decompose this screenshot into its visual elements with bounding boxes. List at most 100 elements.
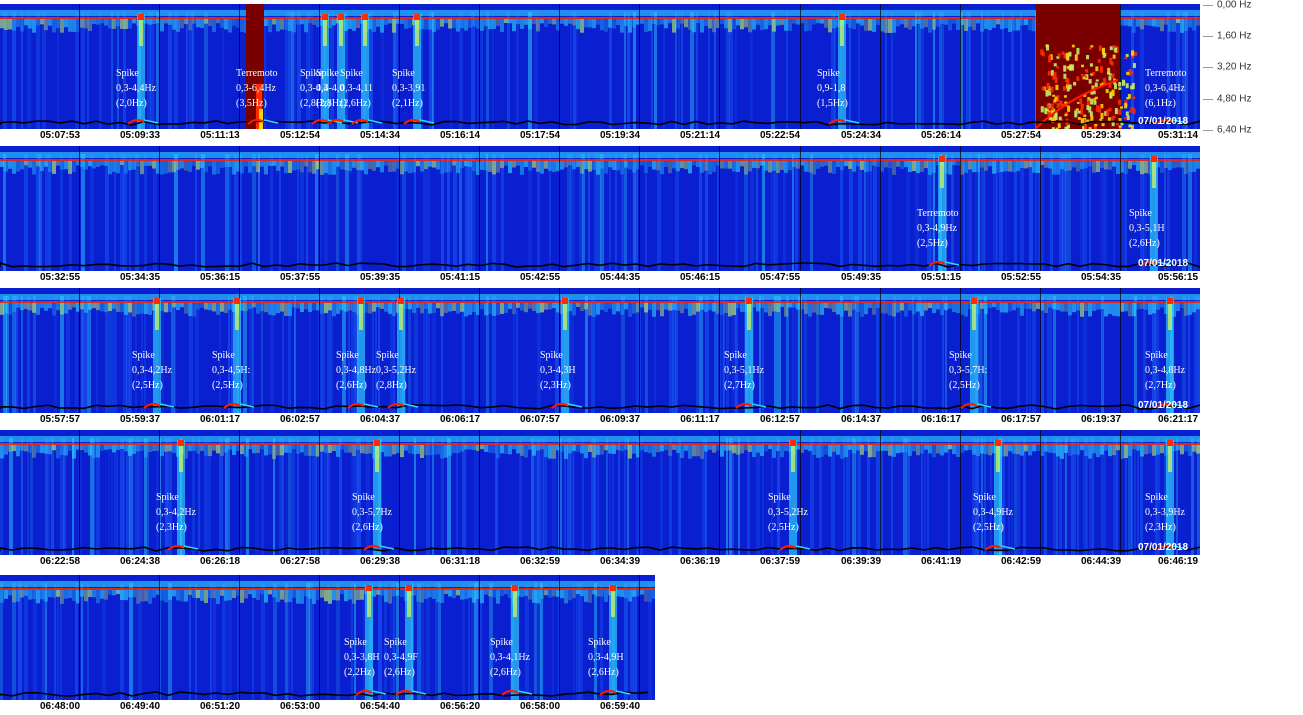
time-tick-label: 06:22:58: [39, 556, 81, 567]
time-tick-label: 06:42:59: [1000, 556, 1042, 567]
time-tick-label: 05:24:34: [840, 130, 882, 141]
time-tick-label: 06:21:17: [1157, 414, 1199, 425]
time-tick-label: 05:12:54: [279, 130, 321, 141]
time-tick-label: 06:56:20: [439, 701, 481, 712]
spectrogram-band: [0, 430, 1200, 555]
time-tick-label: 05:51:15: [920, 272, 962, 283]
time-tick-label: 06:51:20: [199, 701, 241, 712]
time-tick-label: 05:56:15: [1157, 272, 1199, 283]
spectrogram-band-svg: [0, 4, 1200, 129]
spectrogram-band: [0, 4, 1200, 129]
time-tick-label: 06:46:19: [1157, 556, 1199, 567]
spectrogram-band: [0, 575, 655, 700]
time-tick-label: 06:17:57: [1000, 414, 1042, 425]
event-column: [397, 298, 405, 413]
spectrogram-band: [0, 146, 1200, 271]
time-tick-label: 06:02:57: [279, 414, 321, 425]
event-column: [177, 440, 185, 555]
time-tick-label: 06:44:39: [1080, 556, 1122, 567]
frequency-tick-label: 6,40 Hz: [1217, 124, 1252, 136]
date-label: 07/01/2018: [1138, 116, 1189, 127]
time-tick-label: 06:31:18: [439, 556, 481, 567]
time-tick-label: 06:07:57: [519, 414, 561, 425]
event-column: [838, 14, 846, 129]
time-tick-label: 05:39:35: [359, 272, 401, 283]
time-tick-label: 05:16:14: [439, 130, 481, 141]
time-tick-label: 06:12:57: [759, 414, 801, 425]
time-tick-label: 05:29:34: [1080, 130, 1122, 141]
time-tick-label: 06:09:37: [599, 414, 641, 425]
time-tick-label: 05:42:55: [519, 272, 561, 283]
time-axis: 05:57:57 05:59:37 06:01:17 06:02:57 06:04:37…: [0, 414, 1200, 428]
event-column: [994, 440, 1002, 555]
spectrogram-band-svg: [0, 146, 1200, 271]
event-column: [246, 4, 264, 129]
time-tick-label: 05:59:37: [119, 414, 161, 425]
time-tick-label: 06:06:17: [439, 414, 481, 425]
time-tick-label: 06:58:00: [519, 701, 561, 712]
event-column: [511, 585, 519, 700]
time-tick-label: 06:14:37: [840, 414, 882, 425]
time-tick-label: 05:44:35: [599, 272, 641, 283]
spectrogram-band-svg: [0, 430, 1200, 555]
time-tick-label: 06:01:17: [199, 414, 241, 425]
event-column: [1150, 156, 1158, 271]
time-tick-label: 06:16:17: [920, 414, 962, 425]
frequency-axis: 0,00 Hz 1,60 Hz 3,20 Hz 4,80 Hz 6,40 Hz: [1203, 0, 1303, 140]
event-column: [1166, 298, 1174, 413]
event-column: [233, 298, 241, 413]
date-label: 07/01/2018: [1138, 400, 1189, 411]
time-tick-label: 05:57:57: [39, 414, 81, 425]
event-column: [137, 14, 145, 129]
date-label: 07/01/2018: [1138, 542, 1189, 553]
time-tick-label: 05:14:34: [359, 130, 401, 141]
time-tick-label: 05:47:55: [759, 272, 801, 283]
time-tick-label: 06:11:17: [680, 414, 720, 425]
time-tick-label: 06:04:37: [359, 414, 401, 425]
time-tick-label: 06:48:00: [39, 701, 81, 712]
time-tick-label: 05:52:55: [1000, 272, 1042, 283]
time-tick-label: 05:09:33: [119, 130, 161, 141]
spectrogram-band: [0, 288, 1200, 413]
time-tick-label: 05:27:54: [1000, 130, 1042, 141]
time-tick-label: 05:22:54: [759, 130, 801, 141]
time-tick-label: 05:37:55: [279, 272, 321, 283]
time-tick-label: 06:34:39: [599, 556, 641, 567]
event-column: [321, 14, 329, 129]
time-tick-label: 06:26:18: [199, 556, 241, 567]
date-label: 07/01/2018: [1138, 258, 1189, 269]
time-tick-label: 06:49:40: [119, 701, 161, 712]
time-tick-label: 06:29:38: [359, 556, 401, 567]
spectrogram-band-svg: [0, 288, 1200, 413]
time-axis: 06:48:00 06:49:40 06:51:20 06:53:00 06:54:40…: [0, 701, 655, 715]
time-axis: 05:07:53 05:09:33 05:11:13 05:12:54 05:14:34…: [0, 130, 1200, 144]
event-column: [789, 440, 797, 555]
time-tick-label: 06:27:58: [279, 556, 321, 567]
time-axis: 05:32:55 05:34:35 05:36:15 05:37:55 05:39:35…: [0, 272, 1200, 286]
event-column: [413, 14, 421, 129]
event-column: [405, 585, 413, 700]
event-column: [153, 298, 161, 413]
frequency-tick-label: 1,60 Hz: [1217, 30, 1252, 42]
time-tick-label: 06:32:59: [519, 556, 561, 567]
time-tick-label: 06:59:40: [599, 701, 641, 712]
time-tick-label: 05:17:54: [519, 130, 561, 141]
time-tick-label: 05:41:15: [439, 272, 481, 283]
time-tick-label: 06:39:39: [840, 556, 882, 567]
time-tick-label: 05:49:35: [840, 272, 882, 283]
event-column: [970, 298, 978, 413]
event-column: [357, 298, 365, 413]
event-column: [1166, 440, 1174, 555]
event-column: [561, 298, 569, 413]
event-column: [609, 585, 617, 700]
time-tick-label: 06:41:19: [920, 556, 962, 567]
time-tick-label: 05:31:14: [1157, 130, 1199, 141]
event-column: [938, 156, 946, 271]
time-tick-label: 05:34:35: [119, 272, 161, 283]
time-tick-label: 06:36:19: [679, 556, 721, 567]
frequency-tick-label: 0,00 Hz: [1217, 0, 1252, 11]
frequency-tick-label: 3,20 Hz: [1217, 61, 1252, 73]
time-axis: 06:22:58 06:24:38 06:26:18 06:27:58 06:29:38…: [0, 556, 1200, 570]
time-tick-label: 05:21:14: [679, 130, 721, 141]
time-tick-label: 05:07:53: [39, 130, 81, 141]
